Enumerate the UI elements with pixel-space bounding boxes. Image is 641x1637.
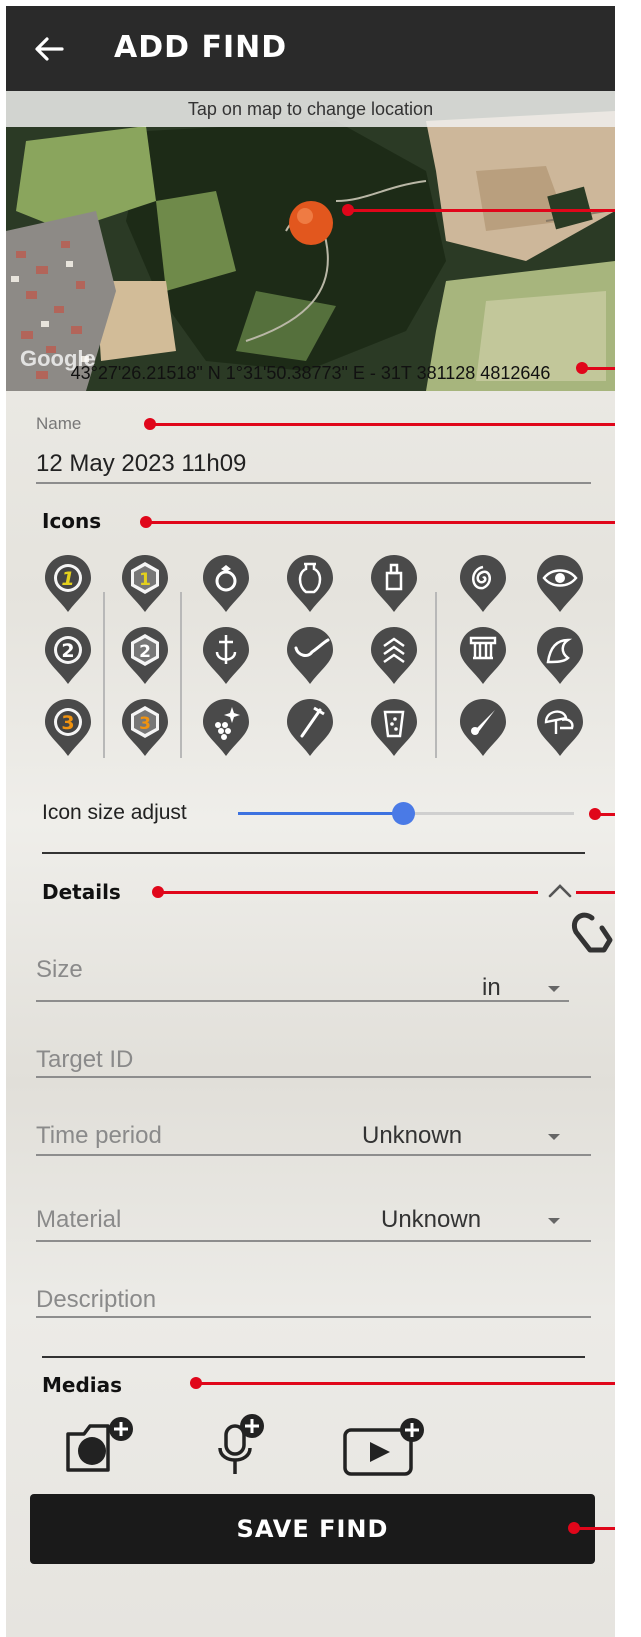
svg-text:2: 2 [61,640,74,662]
description-input[interactable]: Description [36,1286,156,1314]
satellite-map-image [6,91,615,391]
microphone-plus-icon[interactable] [216,1412,268,1478]
svg-text:3: 3 [61,712,74,734]
spoon-icon[interactable] [284,626,336,686]
callout-line [196,1382,615,1385]
icon-divider-1 [103,592,105,758]
glass-icon[interactable] [368,698,420,758]
number-3-hexagon-orange-icon[interactable]: 3 [119,698,171,758]
icon-divider-3 [435,592,437,758]
arrow-left-icon[interactable] [32,32,66,66]
number-2-circle-icon[interactable]: 2 [42,626,94,686]
material-label: Material [36,1206,122,1233]
pickaxe-icon[interactable] [284,698,336,758]
name-underline [36,482,591,484]
target-id-underline [36,1076,591,1078]
slider-underline [42,852,585,854]
callout-line [158,891,538,894]
callout-line [582,367,615,370]
number-2-hexagon-icon[interactable]: 2 [119,626,171,686]
time-period-underline [36,1154,591,1156]
map-hint-text: Tap on map to change location [6,91,615,127]
callout-line [576,891,615,894]
number-1-hexagon-yellow-icon[interactable]: 1 [119,554,171,614]
size-input[interactable]: Size [36,956,83,984]
callout-line [595,813,615,816]
chevrons-up-icon[interactable] [368,626,420,686]
caret-down-icon [548,986,560,992]
number-3-circle-orange-icon[interactable]: 3 [42,698,94,758]
time-period-select[interactable]: Unknown [362,1122,462,1150]
details-section-title: Details [42,880,121,904]
target-id-input[interactable]: Target ID [36,1046,133,1074]
camera-plus-icon[interactable] [64,1416,136,1476]
icon-size-label: Icon size adjust [42,801,187,824]
location-map[interactable] [6,91,615,391]
cross-icon[interactable] [200,626,252,686]
arrowhead-icon[interactable] [457,698,509,758]
number-1-circle-yellow-icon[interactable]: 1 [42,554,94,614]
material-underline [36,1240,591,1242]
caret-down-icon [548,1134,560,1140]
size-underline [36,1000,569,1002]
svg-text:1: 1 [61,568,74,590]
icon-divider-2 [180,592,182,758]
mushroom-icon[interactable] [534,698,586,758]
slider-fill [238,812,403,815]
callout-line [146,521,615,524]
material-select[interactable]: Unknown [381,1206,481,1234]
shell-icon[interactable] [534,626,586,686]
medias-divider [42,1356,585,1358]
coordinates-readout: 43°27'26.21518" N 1°31'50.38773" E - 31T… [70,363,551,383]
ammonite-icon[interactable] [457,554,509,614]
description-underline [36,1316,591,1318]
medias-section-title: Medias [42,1373,123,1397]
svg-text:3: 3 [139,714,151,734]
weight-icon[interactable] [368,554,420,614]
name-input[interactable]: 12 May 2023 11h09 [36,450,246,478]
size-unit-select[interactable]: in [482,974,501,1002]
amphora-icon[interactable] [284,554,336,614]
column-icon[interactable] [457,626,509,686]
svg-text:1: 1 [139,570,151,590]
callout-line [574,1527,615,1530]
ring-icon[interactable] [200,554,252,614]
page-title: ADD FIND [114,30,288,65]
icons-section-title: Icons [42,509,102,533]
caret-down-icon [548,1218,560,1224]
app-screen: ADD FIND Tap on map to change location G… [6,6,615,1637]
save-find-button[interactable]: SAVE FIND [30,1494,595,1564]
slider-thumb[interactable] [391,802,415,825]
callout-line [150,423,615,426]
video-plus-icon[interactable] [342,1416,426,1478]
time-period-label: Time period [36,1122,162,1149]
svg-text:2: 2 [139,642,151,662]
sparkle-grapes-icon[interactable] [200,698,252,758]
chevron-up-icon[interactable] [547,883,573,899]
name-field-label: Name [36,414,82,433]
tap-gesture-icon [572,912,613,953]
app-header: ADD FIND [6,6,615,91]
callout-line [348,209,615,212]
eye-icon[interactable] [534,554,586,614]
icon-size-slider[interactable] [238,802,574,825]
